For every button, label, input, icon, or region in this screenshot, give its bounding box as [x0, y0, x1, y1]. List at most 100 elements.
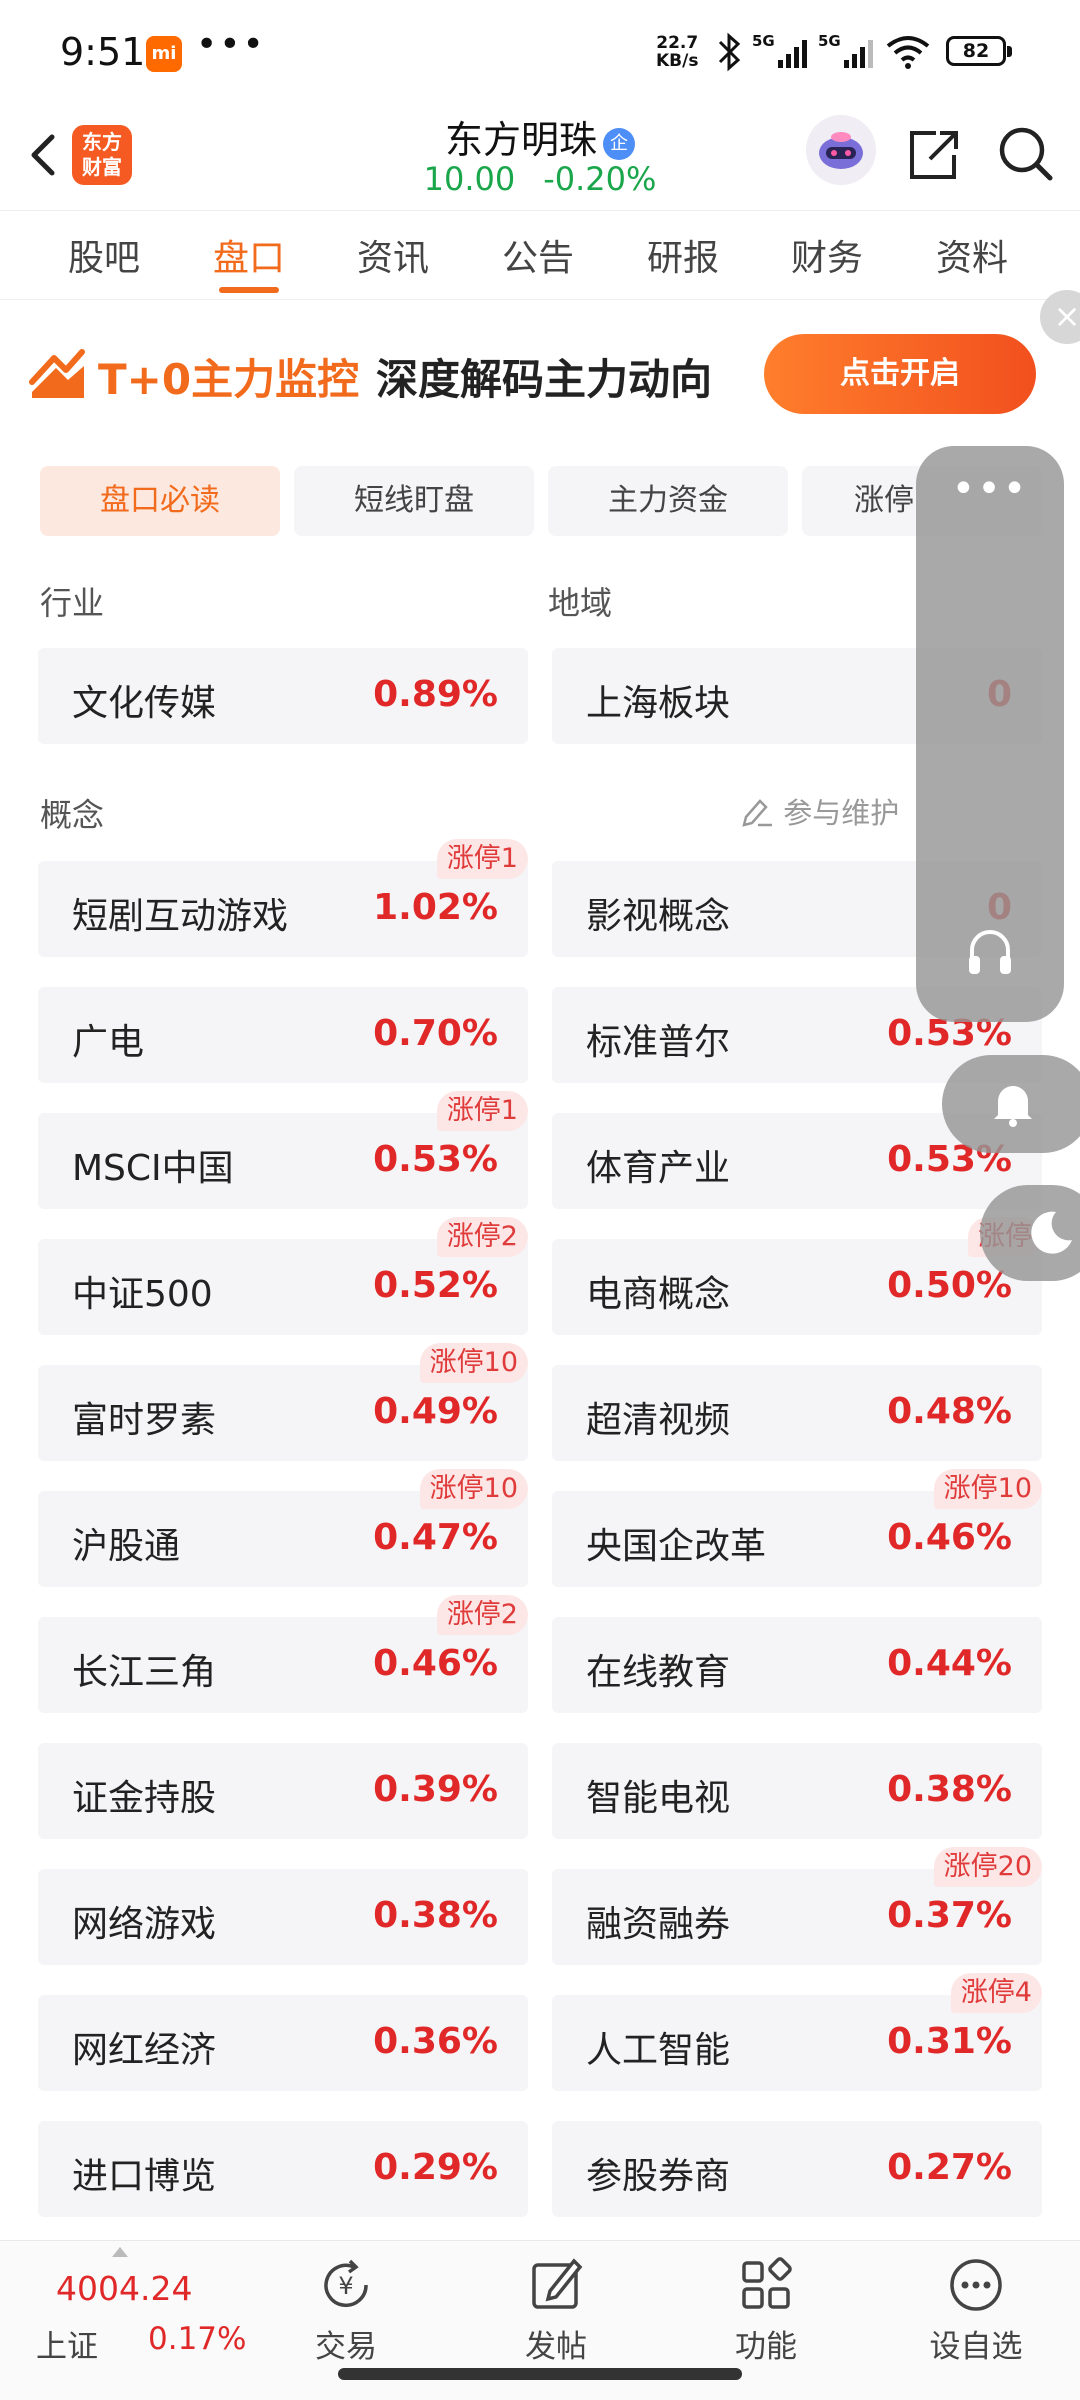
- ai-assistant-icon[interactable]: [806, 115, 876, 185]
- concept-card[interactable]: 人工智能 0.31% 涨停4: [552, 1973, 1042, 2091]
- stock-tabs: 股吧 盘口 资讯 公告 研报 财务 资料: [0, 210, 1080, 300]
- concept-card[interactable]: 短剧互动游戏 1.02% 涨停1: [38, 839, 528, 957]
- concept-name: 短剧互动游戏: [72, 896, 289, 937]
- concept-pct: 0.37%: [887, 1895, 1012, 1936]
- chip-short-term[interactable]: 短线盯盘: [294, 466, 534, 536]
- concept-card[interactable]: 智能电视 0.38%: [552, 1743, 1042, 1839]
- concept-name: 体育产业: [586, 1148, 731, 1189]
- index-value[interactable]: 4004.24: [56, 2269, 192, 2308]
- active-tab-indicator: [219, 287, 279, 293]
- concept-card[interactable]: 在线教育 0.44%: [552, 1617, 1042, 1713]
- net-speed-value: 22.7: [656, 33, 699, 53]
- promo-banner[interactable]: T+0主力监控 深度解码主力动向 点击开启: [0, 300, 1080, 445]
- concept-card[interactable]: 参股券商 0.27%: [552, 2121, 1042, 2217]
- banner-highlight: T+0主力监控: [98, 355, 360, 404]
- more-icon[interactable]: •••: [916, 466, 1064, 512]
- battery-icon: 82: [946, 36, 1012, 66]
- concept-card[interactable]: 电商概念0.50%涨停: [552, 1217, 1042, 1335]
- chip-must-read[interactable]: 盘口必读: [40, 466, 280, 536]
- concept-card[interactable]: 进口博览 0.29%: [38, 2121, 528, 2217]
- concept-pct: 0.48%: [887, 1391, 1012, 1432]
- concept-card[interactable]: 网络游戏 0.38%: [38, 1869, 528, 1965]
- concept-name: 智能电视: [586, 1778, 731, 1819]
- concept-pct: 0.46%: [373, 1643, 498, 1684]
- status-bar: 9:51 mi ••• 22.7 KB/s 5G 5G 82: [0, 0, 1080, 105]
- tab-profile[interactable]: 资料: [936, 229, 1008, 281]
- concept-pct: 1.02%: [373, 887, 498, 928]
- moon-icon: [1031, 1211, 1072, 1254]
- floating-tool-panel[interactable]: •••: [916, 446, 1064, 1022]
- concept-name: 网红经济: [72, 2030, 217, 2071]
- expand-arrow-icon[interactable]: [112, 2247, 128, 2257]
- nav-add-watchlist[interactable]: 设自选: [906, 2255, 1046, 2366]
- concept-card[interactable]: 沪股通 0.47% 涨停10: [38, 1469, 528, 1587]
- concept-card[interactable]: 融资融券 0.37% 涨停20: [552, 1847, 1042, 1965]
- stock-name: 东方明珠: [444, 118, 597, 162]
- limit-up-tag: 涨停2: [436, 1217, 528, 1257]
- concept-card[interactable]: 超清视频 0.48%: [552, 1365, 1042, 1461]
- nav-post[interactable]: 发帖: [486, 2255, 626, 2366]
- industry-name: 文化传媒: [72, 683, 217, 724]
- concept-pct: 0.38%: [373, 1895, 498, 1936]
- concepts-label: 概念: [40, 796, 105, 834]
- concept-card[interactable]: 央国企改革 0.46% 涨停10: [552, 1469, 1042, 1587]
- tab-finance[interactable]: 财务: [791, 229, 863, 281]
- concept-card[interactable]: 长江三角 0.46% 涨停2: [38, 1595, 528, 1713]
- industry-pct: 0.89%: [373, 674, 498, 715]
- share-icon[interactable]: [906, 125, 962, 185]
- bell-icon: [994, 1086, 1032, 1127]
- tab-guba[interactable]: 股吧: [68, 229, 140, 281]
- headphones-icon[interactable]: [966, 926, 1014, 978]
- search-icon[interactable]: [996, 123, 1056, 185]
- tab-news[interactable]: 资讯: [357, 229, 429, 281]
- signal-icon-1: 5G: [752, 32, 816, 76]
- industry-label: 行业: [40, 584, 105, 622]
- concept-name: 长江三角: [72, 1652, 217, 1693]
- more-circle-icon: [950, 2259, 1002, 2311]
- signal-1-label: 5G: [752, 32, 775, 50]
- tab-announcements[interactable]: 公告: [502, 229, 574, 281]
- concept-card[interactable]: 中证500 0.52% 涨停2: [38, 1217, 528, 1335]
- concept-card[interactable]: 广电 0.70%: [38, 987, 528, 1083]
- limit-up-tag: 涨停10: [933, 1469, 1042, 1509]
- concept-name: 进口博览: [72, 2156, 217, 2197]
- concept-pct: 0.39%: [373, 1769, 498, 1810]
- stock-change: -0.20%: [543, 160, 657, 198]
- concept-name: 影视概念: [586, 896, 731, 937]
- limit-up-tag: 涨停10: [419, 1343, 528, 1383]
- floating-alert-button[interactable]: [942, 1055, 1080, 1153]
- tab-pankou[interactable]: 盘口: [213, 229, 285, 281]
- banner-text: 深度解码主力动向: [376, 355, 713, 404]
- concept-card[interactable]: MSCI中国 0.53% 涨停1: [38, 1091, 528, 1209]
- concept-pct: 0.31%: [887, 2021, 1012, 2062]
- nav-trade[interactable]: ¥ 交易: [276, 2255, 416, 2366]
- concept-card[interactable]: 网红经济 0.36%: [38, 1995, 528, 2091]
- concept-card[interactable]: 富时罗素 0.49% 涨停10: [38, 1343, 528, 1461]
- concept-name: 电商概念: [586, 1274, 731, 1315]
- nav-functions[interactable]: 功能: [696, 2255, 836, 2366]
- concept-card[interactable]: 证金持股 0.39%: [38, 1743, 528, 1839]
- nav-watchlist-label: 设自选: [929, 2329, 1023, 2365]
- compose-icon: [532, 2258, 583, 2309]
- net-speed: 22.7 KB/s: [656, 34, 698, 70]
- index-name[interactable]: 上证: [36, 2321, 98, 2366]
- chip-main-funds[interactable]: 主力资金: [548, 466, 788, 536]
- maintain-label: 参与维护: [783, 796, 900, 830]
- concept-pct: 0.38%: [887, 1769, 1012, 1810]
- concept-name: 融资融券: [586, 1904, 731, 1945]
- maintain-link[interactable]: 参与维护: [740, 790, 899, 832]
- concept-name: 参股券商: [586, 2156, 731, 2197]
- floating-night-mode-button[interactable]: [980, 1185, 1080, 1281]
- industry-card[interactable]: 文化传媒 0.89%: [38, 648, 528, 744]
- wifi-icon: [886, 36, 930, 69]
- index-pct[interactable]: 0.17%: [148, 2321, 246, 2357]
- limit-up-tag: 涨停4: [950, 1973, 1042, 2013]
- concept-pct: 0.36%: [373, 2021, 498, 2062]
- concept-name: MSCI中国: [72, 1148, 234, 1189]
- concept-pct: 0.47%: [373, 1517, 498, 1558]
- nav-post-label: 发帖: [525, 2329, 587, 2365]
- concept-name: 在线教育: [586, 1652, 731, 1693]
- enable-button[interactable]: 点击开启: [764, 334, 1036, 414]
- home-indicator[interactable]: [338, 2368, 742, 2380]
- tab-research[interactable]: 研报: [647, 229, 719, 281]
